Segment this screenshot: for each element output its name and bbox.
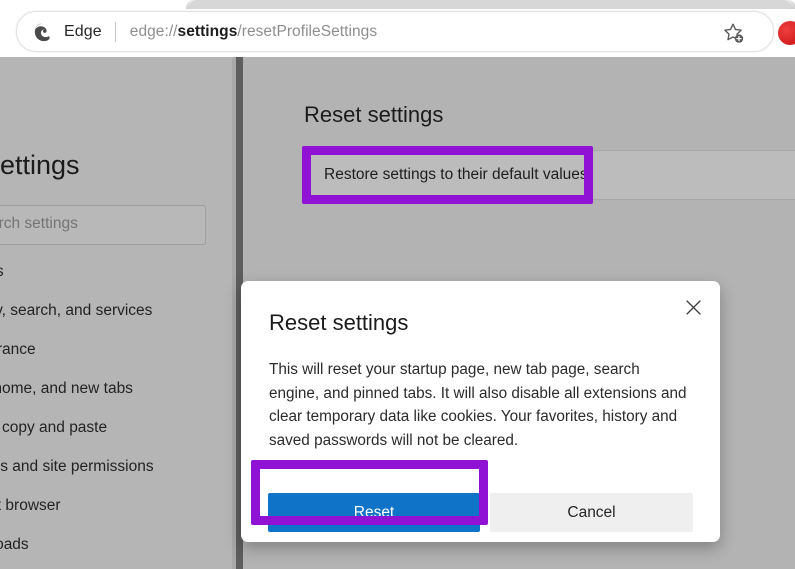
browser-tab[interactable] [190, 0, 790, 9]
browser-name-label: Edge [64, 22, 102, 40]
settings-sidebar: Settings Profiles Privacy, search, and s… [0, 57, 236, 569]
url-scheme: edge:// [129, 22, 178, 40]
sidebar-item-share-copy-paste[interactable]: Share, copy and paste [0, 418, 107, 438]
add-favorite-star-icon[interactable] [721, 21, 745, 45]
dialog-title: Reset settings [269, 310, 409, 335]
sidebar-item-appearance[interactable]: Appearance [0, 340, 36, 360]
dialog-body-text: This will reset your startup page, new t… [269, 361, 687, 449]
search-settings-box[interactable] [0, 205, 206, 245]
section-title: Reset settings [304, 102, 444, 127]
close-x-icon[interactable] [678, 292, 708, 322]
highlight-box-reset-button [251, 460, 488, 525]
url-host: settings [177, 22, 238, 40]
cancel-button[interactable]: Cancel [490, 493, 693, 532]
browser-chrome: Edge edge://settings/resetProfileSetting… [0, 0, 795, 57]
profile-avatar-icon[interactable] [778, 21, 795, 45]
sidebar-item-downloads[interactable]: Downloads [0, 535, 29, 555]
sidebar-item-cookies-site-permissions[interactable]: Cookies and site permissions [0, 457, 154, 477]
sidebar-item-privacy-search-services[interactable]: Privacy, search, and services [0, 301, 152, 321]
url-path: /resetProfileSettings [237, 22, 378, 40]
search-input[interactable] [0, 215, 197, 233]
edge-logo-icon [33, 21, 55, 43]
address-bar[interactable]: Edge edge://settings/resetProfileSetting… [16, 11, 774, 52]
url-text[interactable]: edge://settings/resetProfileSettings [130, 23, 377, 41]
page-title: Settings [0, 150, 80, 180]
sidebar-item-start-home-new-tabs[interactable]: Start, home, and new tabs [0, 379, 133, 399]
sidebar-item-default-browser[interactable]: Default browser [0, 496, 61, 516]
highlight-box-restore-defaults [302, 146, 593, 204]
omnibox-divider [114, 21, 116, 42]
sidebar-item-profiles[interactable]: Profiles [0, 262, 4, 282]
